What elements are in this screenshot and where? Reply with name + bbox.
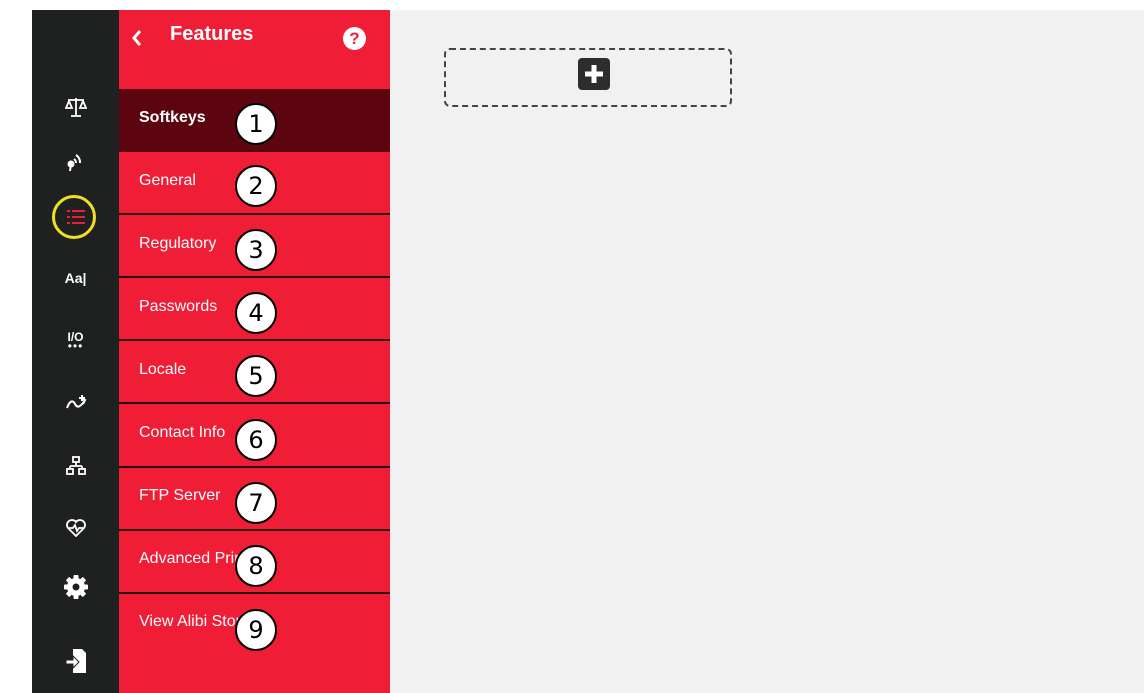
export-icon — [65, 649, 86, 673]
font-nav-button[interactable]: Aa| — [32, 258, 119, 298]
callout-number: 4 — [235, 292, 277, 334]
panel-header: Features ? — [119, 10, 390, 68]
add-button[interactable] — [578, 58, 610, 90]
menu-divider — [119, 529, 390, 531]
callout-number: 6 — [235, 419, 277, 461]
callout-number: 8 — [235, 545, 277, 587]
settings-nav-button[interactable] — [32, 567, 119, 607]
menu-divider — [119, 466, 390, 468]
chevron-left-icon — [132, 30, 142, 46]
menu-item-label: Contact Info — [139, 424, 226, 441]
io-nav-button[interactable]: I/O ••• — [32, 321, 119, 361]
font-icon: Aa| — [64, 270, 87, 286]
wireless-nav-button[interactable] — [32, 141, 119, 181]
gear-icon — [63, 575, 88, 599]
callout-number: 7 — [235, 482, 277, 524]
hierarchy-nav-button[interactable] — [32, 446, 119, 486]
panel-title: Features — [170, 23, 254, 45]
app-frame: Aa| I/O ••• Features ? Softkeys General … — [32, 10, 1144, 693]
health-nav-button[interactable] — [32, 508, 119, 548]
menu-item-label: Regulatory — [139, 235, 217, 252]
icon-sidebar: Aa| I/O ••• — [32, 10, 119, 693]
export-nav-button[interactable] — [32, 641, 119, 681]
add-softkey-dropzone[interactable] — [444, 48, 732, 107]
io-icon: I/O ••• — [67, 331, 84, 353]
callout-number: 3 — [235, 229, 277, 271]
health-icon — [65, 519, 86, 538]
menu-item-label: Locale — [139, 361, 187, 378]
flow-icon — [65, 395, 86, 409]
callout-number: 2 — [235, 165, 277, 207]
back-button[interactable] — [126, 22, 148, 52]
menu-divider — [119, 592, 390, 594]
menu-item-label: General — [139, 172, 196, 189]
scale-nav-button[interactable] — [32, 87, 119, 127]
menu-item-label: FTP Server — [139, 487, 221, 504]
menu-divider — [119, 276, 390, 278]
menu-item-label: Passwords — [139, 298, 218, 315]
callout-number: 5 — [235, 355, 277, 397]
callout-number: 1 — [235, 103, 277, 145]
io-icon-dots: ••• — [67, 338, 84, 353]
flow-nav-button[interactable] — [32, 384, 119, 424]
selection-highlight-ring — [52, 195, 96, 239]
menu-divider — [119, 339, 390, 341]
menu-item-label: Softkeys — [139, 109, 206, 126]
scale-icon — [64, 98, 87, 117]
help-icon[interactable]: ? — [343, 27, 366, 50]
callout-number: 9 — [235, 609, 277, 651]
wireless-icon — [67, 154, 81, 172]
menu-divider — [119, 402, 390, 404]
hierarchy-icon — [65, 456, 86, 475]
plus-icon — [585, 65, 603, 83]
menu-divider — [119, 213, 390, 215]
